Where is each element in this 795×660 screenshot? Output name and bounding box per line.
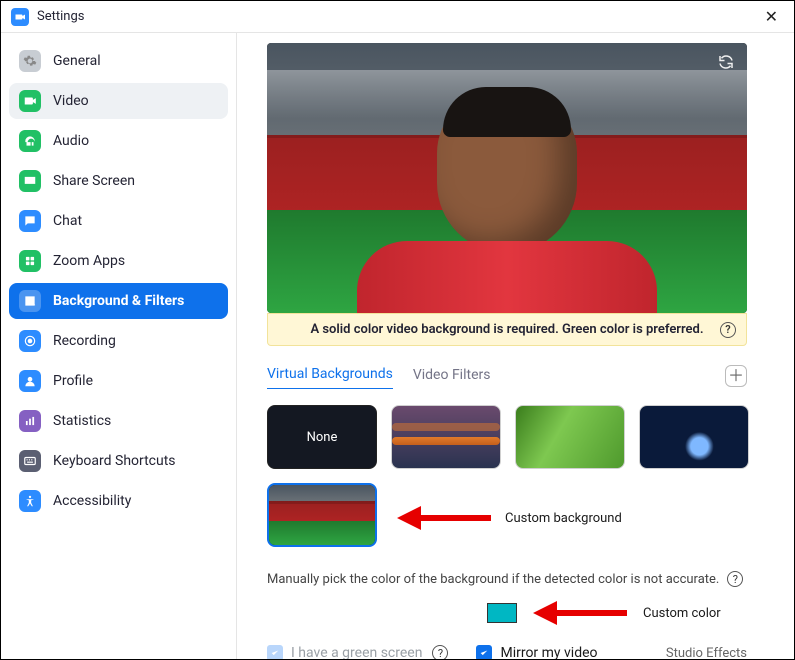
close-button[interactable]: ✕ <box>759 5 784 28</box>
tab-video-filters[interactable]: Video Filters <box>413 363 491 389</box>
studio-effects-link[interactable]: Studio Effects <box>666 646 747 660</box>
sidebar-item-zoom-apps[interactable]: Zoom Apps <box>9 243 228 279</box>
sidebar-item-accessibility[interactable]: Accessibility <box>9 483 228 519</box>
thumb-earth[interactable] <box>639 405 749 469</box>
sidebar-item-label: Recording <box>53 333 116 349</box>
titlebar: Settings ✕ <box>1 1 794 33</box>
checkbox-icon <box>476 645 492 659</box>
user-icon <box>19 370 41 392</box>
arrow-icon <box>397 510 491 526</box>
sidebar-item-label: Audio <box>53 133 89 149</box>
window-title: Settings <box>37 9 84 24</box>
sidebar-item-audio[interactable]: Audio <box>9 123 228 159</box>
sidebar: General Video Audio Share Screen Chat Zo… <box>1 33 237 659</box>
stats-icon <box>19 410 41 432</box>
share-screen-icon <box>19 170 41 192</box>
background-icon <box>19 290 41 312</box>
annotation-custom-color-label: Custom color <box>643 606 721 621</box>
help-icon[interactable]: ? <box>432 645 448 659</box>
app-icon <box>11 8 29 26</box>
note-text: A solid color video background is requir… <box>310 322 703 337</box>
sidebar-item-background-filters[interactable]: Background & Filters <box>9 283 228 319</box>
checkbox-row: I have a green screen ? Mirror my video … <box>267 645 747 659</box>
sidebar-item-recording[interactable]: Recording <box>9 323 228 359</box>
sidebar-item-label: Video <box>53 93 89 109</box>
apps-icon <box>19 250 41 272</box>
sidebar-item-video[interactable]: Video <box>9 83 228 119</box>
accessibility-icon <box>19 490 41 512</box>
thumb-none[interactable]: None <box>267 405 377 469</box>
video-preview <box>267 43 747 313</box>
gear-icon <box>19 50 41 72</box>
keyboard-icon <box>19 450 41 472</box>
arrow-icon <box>533 605 627 621</box>
sidebar-item-keyboard-shortcuts[interactable]: Keyboard Shortcuts <box>9 443 228 479</box>
thumb-none-label: None <box>307 430 338 445</box>
manual-pick-row: Manually pick the color of the backgroun… <box>267 571 747 587</box>
checkbox-mirror-video[interactable]: Mirror my video <box>476 645 597 659</box>
sidebar-item-label: Share Screen <box>53 173 135 189</box>
thumb-custom-stadium[interactable] <box>267 483 377 547</box>
annotation-custom-bg: Custom background <box>397 489 622 547</box>
thumb-grass[interactable] <box>515 405 625 469</box>
help-icon[interactable]: ? <box>727 571 743 587</box>
thumb-bridge[interactable] <box>391 405 501 469</box>
sidebar-item-label: Background & Filters <box>53 293 184 309</box>
sidebar-item-label: General <box>53 53 101 69</box>
main: A solid color video background is requir… <box>237 33 794 659</box>
annotation-custom-bg-label: Custom background <box>505 511 622 526</box>
sidebar-item-profile[interactable]: Profile <box>9 363 228 399</box>
checkbox-icon <box>267 645 283 659</box>
thumbnails: None Custom background <box>267 405 763 547</box>
preview-note: A solid color video background is requir… <box>267 313 747 346</box>
help-icon[interactable]: ? <box>720 322 736 338</box>
color-row: Custom color <box>267 603 774 623</box>
color-swatch[interactable] <box>487 603 517 623</box>
sidebar-item-statistics[interactable]: Statistics <box>9 403 228 439</box>
video-icon <box>19 90 41 112</box>
sidebar-item-label: Statistics <box>53 413 111 429</box>
rotate-camera-icon[interactable] <box>717 53 735 75</box>
checkbox-mirror-label: Mirror my video <box>500 645 597 659</box>
sidebar-item-general[interactable]: General <box>9 43 228 79</box>
sidebar-item-label: Profile <box>53 373 93 389</box>
sidebar-item-chat[interactable]: Chat <box>9 203 228 239</box>
tabs: Virtual Backgrounds Video Filters ＋ <box>267 362 747 389</box>
manual-text: Manually pick the color of the backgroun… <box>267 572 719 587</box>
sidebar-item-label: Keyboard Shortcuts <box>53 453 176 469</box>
record-icon <box>19 330 41 352</box>
checkbox-green-screen: I have a green screen <box>267 645 422 659</box>
sidebar-item-label: Zoom Apps <box>53 253 125 269</box>
checkbox-green-screen-label: I have a green screen <box>291 645 422 659</box>
tab-virtual-backgrounds[interactable]: Virtual Backgrounds <box>267 362 393 389</box>
headphones-icon <box>19 130 41 152</box>
chat-icon <box>19 210 41 232</box>
sidebar-item-label: Accessibility <box>53 493 131 509</box>
add-background-button[interactable]: ＋ <box>725 365 747 387</box>
sidebar-item-share-screen[interactable]: Share Screen <box>9 163 228 199</box>
sidebar-item-label: Chat <box>53 213 82 229</box>
